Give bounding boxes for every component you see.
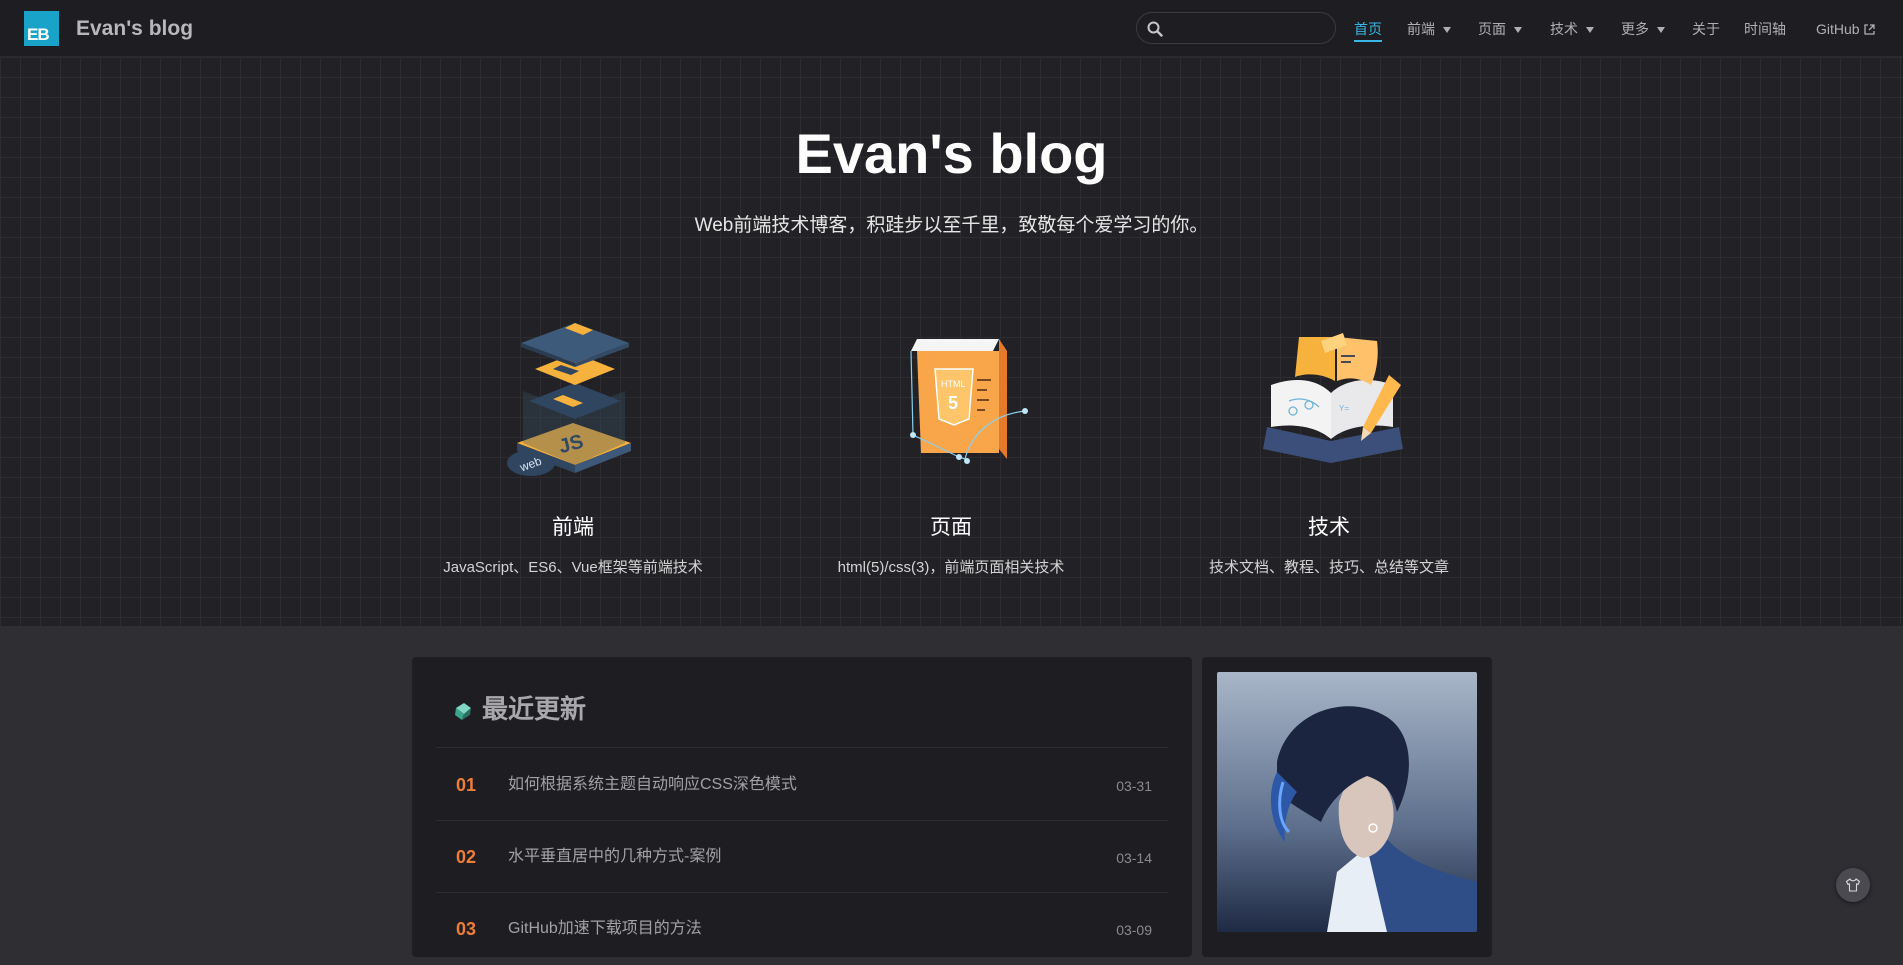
hero-title: Evan's blog [795, 122, 1108, 185]
site-name-link[interactable]: Evan's blog [76, 15, 193, 43]
javascript-stack-illustration: web JS [483, 315, 663, 485]
gem-icon [455, 703, 471, 720]
nav-about[interactable]: 关于 [1692, 20, 1720, 38]
chevron-down-icon [1586, 27, 1594, 34]
post-item[interactable]: 03 GitHub加速下载项目的方法 03-09 [436, 892, 1168, 965]
chevron-down-icon [1443, 27, 1451, 34]
nav-home-label: 首页 [1354, 21, 1382, 37]
post-number: 03 [456, 919, 477, 939]
open-book-pencil-illustration: Y= [1239, 315, 1419, 485]
svg-text:Y=: Y= [1339, 404, 1349, 413]
profile-card [1202, 657, 1492, 957]
post-number: 01 [456, 775, 477, 795]
feature-tech[interactable]: Y= 技术 技术文档、教程、技巧、总结等文章 [1169, 315, 1489, 578]
external-link-icon [1863, 24, 1875, 35]
hero-section: Evan's blog Web前端技术博客，积跬步以至千里，致敬每个爱学习的你。… [0, 57, 1903, 626]
feature-description: JavaScript、ES6、Vue框架等前端技术 [443, 559, 703, 576]
html5-page-illustration: HTML 5 [861, 315, 1041, 485]
nav-frontend-dropdown[interactable]: 前端 [1407, 20, 1451, 38]
theme-toggle-button[interactable] [1836, 868, 1870, 902]
nav-timeline-label: 时间轴 [1744, 21, 1786, 37]
post-date: 03-09 [1116, 922, 1152, 938]
chevron-down-icon [1514, 27, 1522, 34]
post-title-link[interactable]: 如何根据系统主题自动响应CSS深色模式 [508, 775, 797, 795]
feature-title: 技术 [1308, 516, 1350, 539]
nav-more-dropdown[interactable]: 更多 [1621, 20, 1665, 38]
svg-text:5: 5 [948, 393, 958, 413]
recent-title: 最近更新 [482, 694, 587, 724]
nav-github[interactable]: GitHub [1816, 20, 1875, 38]
search-box[interactable] [1136, 12, 1336, 44]
hero-description: Web前端技术博客，积跬步以至千里，致敬每个爱学习的你。 [694, 215, 1209, 236]
nav-more-label: 更多 [1621, 21, 1649, 37]
feature-title: 页面 [930, 516, 972, 539]
nav-pages-dropdown[interactable]: 页面 [1478, 20, 1522, 38]
nav-pages-label: 页面 [1478, 21, 1506, 37]
feature-pages[interactable]: HTML 5 页面 html(5)/css(3)，前端页面相关技术 [791, 315, 1111, 578]
recent-updates-card: 最近更新 01 如何根据系统主题自动响应CSS深色模式 03-31 02 水平垂… [412, 657, 1192, 965]
chevron-down-icon [1657, 27, 1665, 34]
post-title-link[interactable]: 水平垂直居中的几种方式-案例 [508, 847, 721, 867]
feature-frontend[interactable]: web JS 前端 JavaScript、ES6、Vue框架等前端技术 [413, 315, 733, 578]
avatar[interactable] [1217, 672, 1477, 932]
feature-description: 技术文档、教程、技巧、总结等文章 [1208, 559, 1449, 576]
search-icon [1147, 21, 1163, 37]
nav-github-label: GitHub [1816, 21, 1860, 37]
nav-timeline[interactable]: 时间轴 [1744, 20, 1786, 38]
nav-about-label: 关于 [1692, 21, 1720, 37]
search-input[interactable] [1169, 17, 1323, 41]
nav-tech-dropdown[interactable]: 技术 [1550, 20, 1594, 38]
feature-title: 前端 [552, 516, 594, 539]
nav-frontend-label: 前端 [1407, 21, 1435, 37]
post-date: 03-14 [1116, 850, 1152, 866]
nav-tech-label: 技术 [1550, 21, 1578, 37]
shirt-icon [1845, 878, 1861, 892]
post-number: 02 [456, 847, 477, 867]
post-date: 03-31 [1116, 778, 1152, 794]
svg-text:HTML: HTML [941, 379, 966, 389]
nav-home[interactable]: 首页 [1354, 20, 1382, 42]
site-logo[interactable]: EB [24, 11, 59, 46]
post-title-link[interactable]: GitHub加速下载项目的方法 [508, 919, 702, 939]
post-item[interactable]: 01 如何根据系统主题自动响应CSS深色模式 03-31 [436, 748, 1168, 821]
top-navbar: EB Evan's blog 首页 前端 页面 技术 更多 关于 时间轴 Git… [0, 0, 1903, 57]
feature-description: html(5)/css(3)，前端页面相关技术 [837, 559, 1065, 576]
post-item[interactable]: 02 水平垂直居中的几种方式-案例 03-14 [436, 820, 1168, 893]
